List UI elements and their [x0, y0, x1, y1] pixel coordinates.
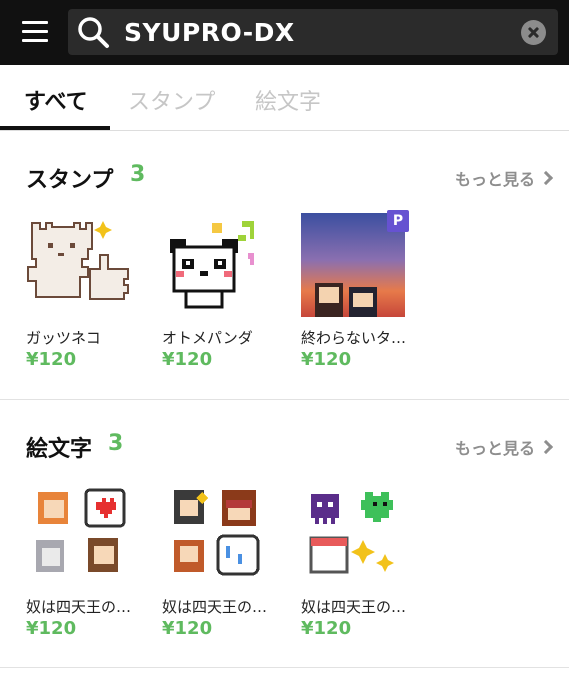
stamp-item[interactable]: ガッツネコ ¥120 — [26, 213, 146, 373]
stamp-item[interactable]: P 終わらないタ… ¥120 — [301, 210, 421, 373]
menu-icon[interactable] — [22, 18, 50, 46]
section-title: 絵文字 — [26, 437, 93, 462]
stamp-item[interactable]: オトメパンダ ¥120 — [162, 213, 282, 373]
pixel-panda-music-icon — [162, 213, 266, 317]
tab-emoji[interactable]: 絵文字 — [255, 84, 321, 116]
clear-search-icon[interactable] — [521, 20, 546, 45]
pixel-emoji-set-3-icon — [301, 482, 405, 586]
stamp-price: ¥120 — [26, 349, 77, 370]
tab-all[interactable]: すべて — [24, 84, 88, 116]
stamp-name: ガッツネコ — [26, 329, 101, 347]
emoji-name: 奴は四天王の… — [301, 598, 407, 616]
category-tabs: すべて スタンプ 絵文字 — [0, 65, 569, 131]
pixel-emoji-set-1-icon — [26, 482, 130, 586]
premium-badge: P — [387, 210, 409, 232]
tab-stamps[interactable]: スタンプ — [128, 84, 215, 116]
emoji-item[interactable]: 奴は四天王の… ¥120 — [301, 482, 421, 642]
search-header: SYUPRO-DX — [0, 0, 569, 65]
chevron-right-icon — [538, 439, 554, 455]
emoji-name: 奴は四天王の… — [162, 598, 268, 616]
chevron-right-icon — [538, 170, 554, 186]
active-tab-indicator — [0, 126, 110, 130]
section-divider — [0, 667, 569, 668]
more-stamps-link[interactable]: もっと見る — [455, 166, 554, 190]
stamp-name: 終わらないタ… — [301, 329, 407, 347]
section-count: 3 — [108, 431, 124, 456]
emoji-price: ¥120 — [162, 618, 213, 639]
section-title: スタンプ — [26, 168, 114, 193]
emoji-item[interactable]: 奴は四天王の… ¥120 — [26, 482, 146, 642]
section-count: 3 — [130, 162, 146, 187]
emoji-price: ¥120 — [301, 618, 352, 639]
stamps-section: スタンプ 3 もっと見る ガッツネコ ¥120 オトメパンダ ¥120 P 終わ… — [0, 131, 569, 399]
emoji-price: ¥120 — [26, 618, 77, 639]
stamp-price: ¥120 — [301, 349, 352, 370]
emoji-name: 奴は四天王の… — [26, 598, 132, 616]
search-icon — [78, 17, 109, 48]
stamp-price: ¥120 — [162, 349, 213, 370]
search-bar[interactable]: SYUPRO-DX — [68, 9, 558, 55]
search-input[interactable]: SYUPRO-DX — [124, 18, 295, 47]
stamp-name: オトメパンダ — [162, 329, 253, 347]
emoji-section: 絵文字 3 もっと見る 奴は四天王の… ¥120 奴は四天王の… ¥120 奴は… — [0, 400, 569, 668]
pixel-cat-thumbs-up-icon — [26, 213, 130, 317]
pixel-emoji-set-2-icon — [162, 482, 266, 586]
more-emoji-link[interactable]: もっと見る — [455, 435, 554, 459]
emoji-item[interactable]: 奴は四天王の… ¥120 — [162, 482, 282, 642]
